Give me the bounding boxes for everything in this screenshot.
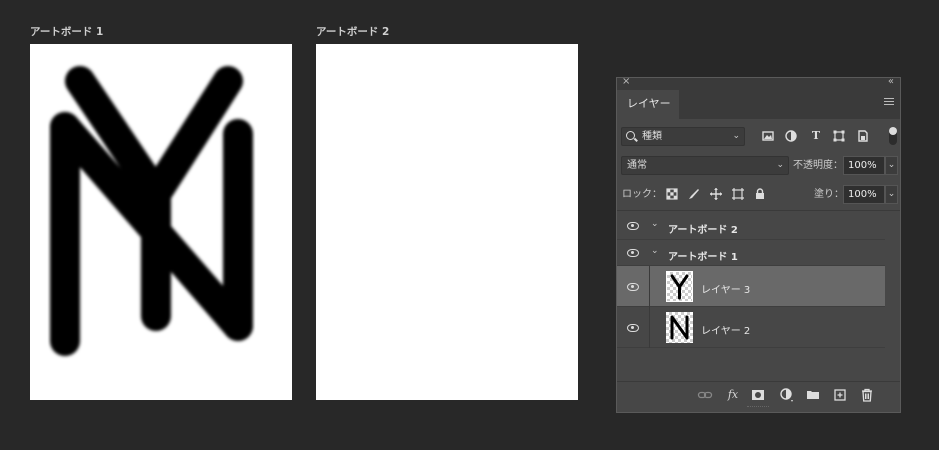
fill-input[interactable]: 100%: [843, 185, 885, 204]
visibility-eye-icon[interactable]: [627, 324, 639, 332]
fill-label: 塗り：: [814, 189, 844, 200]
lock-transparent-pixels-icon[interactable]: [665, 187, 679, 201]
layer-row-layer-3[interactable]: レイヤー 3: [617, 266, 885, 307]
layer-row-artboard-2[interactable]: ⌄ アートボード 2: [617, 213, 885, 240]
smart-object-filter-icon[interactable]: [856, 129, 870, 143]
tab-layers[interactable]: レイヤー: [617, 90, 679, 119]
close-panel-icon[interactable]: ×: [622, 76, 630, 87]
adjustment-icon[interactable]: [779, 387, 795, 403]
panel-tab-bar: レイヤー: [617, 90, 900, 119]
layer-thumbnail[interactable]: [666, 271, 693, 302]
layer-name: アートボード 2: [668, 225, 738, 236]
layer-name: レイヤー 2: [701, 326, 751, 337]
visibility-eye-icon[interactable]: [627, 283, 639, 291]
artboard-1-canvas[interactable]: [30, 44, 292, 400]
layer-name: アートボード 1: [668, 252, 738, 263]
lock-position-icon[interactable]: [709, 187, 723, 201]
opacity-input[interactable]: 100%: [843, 156, 885, 175]
new-layer-icon[interactable]: [832, 387, 848, 403]
link-icon[interactable]: [697, 387, 713, 403]
ny-artwork: [50, 66, 253, 356]
panel-menu-icon[interactable]: [884, 98, 894, 108]
filter-kind-select[interactable]: 種類 ⌄: [621, 127, 745, 146]
trash-icon[interactable]: [859, 387, 875, 403]
layer-thumbnail[interactable]: [666, 312, 693, 343]
layer-name: レイヤー 3: [701, 285, 751, 296]
shape-filter-icon[interactable]: [832, 129, 846, 143]
visibility-eye-icon[interactable]: [627, 249, 639, 257]
layer-row-layer-2[interactable]: レイヤー 2: [617, 307, 885, 348]
artboard-2-title[interactable]: アートボード 2: [316, 24, 389, 39]
blend-mode-value: 通常: [627, 160, 647, 171]
chevron-down-icon[interactable]: ⌄: [651, 219, 659, 229]
layers-panel: × « レイヤー 種類 ⌄ T 通常 ⌄ 不透明度： 100% ⌄ ロック： 塗…: [616, 76, 901, 413]
divider: [617, 210, 900, 211]
layers-bottom-toolbar: fx: [617, 381, 900, 408]
search-icon: [626, 131, 635, 140]
resize-grip[interactable]: [747, 406, 769, 410]
layer-row-artboard-1[interactable]: ⌄ アートボード 1: [617, 240, 885, 266]
layers-scrollbar[interactable]: [885, 213, 900, 381]
visibility-eye-icon[interactable]: [627, 222, 639, 230]
blend-row: 通常 ⌄ 不透明度： 100% ⌄: [621, 156, 898, 176]
lock-row: ロック： 塗り： 100% ⌄: [621, 185, 898, 205]
lock-artboard-icon[interactable]: [731, 187, 745, 201]
folder-icon[interactable]: [805, 387, 821, 403]
chevron-down-icon[interactable]: ⌄: [651, 246, 659, 256]
opacity-label: 不透明度：: [793, 160, 843, 171]
layer-filter-row: 種類 ⌄ T: [621, 127, 898, 147]
filter-toggle-switch[interactable]: [889, 127, 897, 145]
divider: [649, 307, 650, 348]
lock-all-icon[interactable]: [753, 187, 767, 201]
fill-dropdown-button[interactable]: ⌄: [885, 185, 898, 204]
collapse-panel-icon[interactable]: «: [888, 76, 894, 87]
fx-icon[interactable]: fx: [725, 387, 741, 403]
image-filter-icon[interactable]: [761, 129, 775, 143]
lock-label: ロック：: [622, 189, 662, 200]
artboard-2-canvas[interactable]: [316, 44, 578, 400]
type-filter-icon[interactable]: T: [809, 129, 823, 143]
lock-image-pixels-icon[interactable]: [687, 187, 701, 201]
opacity-dropdown-button[interactable]: ⌄: [885, 156, 898, 175]
mask-icon[interactable]: [750, 387, 766, 403]
filter-kind-value: 種類: [642, 131, 662, 142]
divider: [649, 266, 650, 307]
chevron-down-icon: ⌄: [732, 131, 740, 141]
artboard-1-title[interactable]: アートボード 1: [30, 24, 103, 39]
adjustment-filter-icon[interactable]: [784, 129, 798, 143]
panel-header-strip: × «: [617, 76, 900, 90]
chevron-down-icon: ⌄: [776, 160, 784, 170]
blend-mode-select[interactable]: 通常 ⌄: [621, 156, 789, 175]
